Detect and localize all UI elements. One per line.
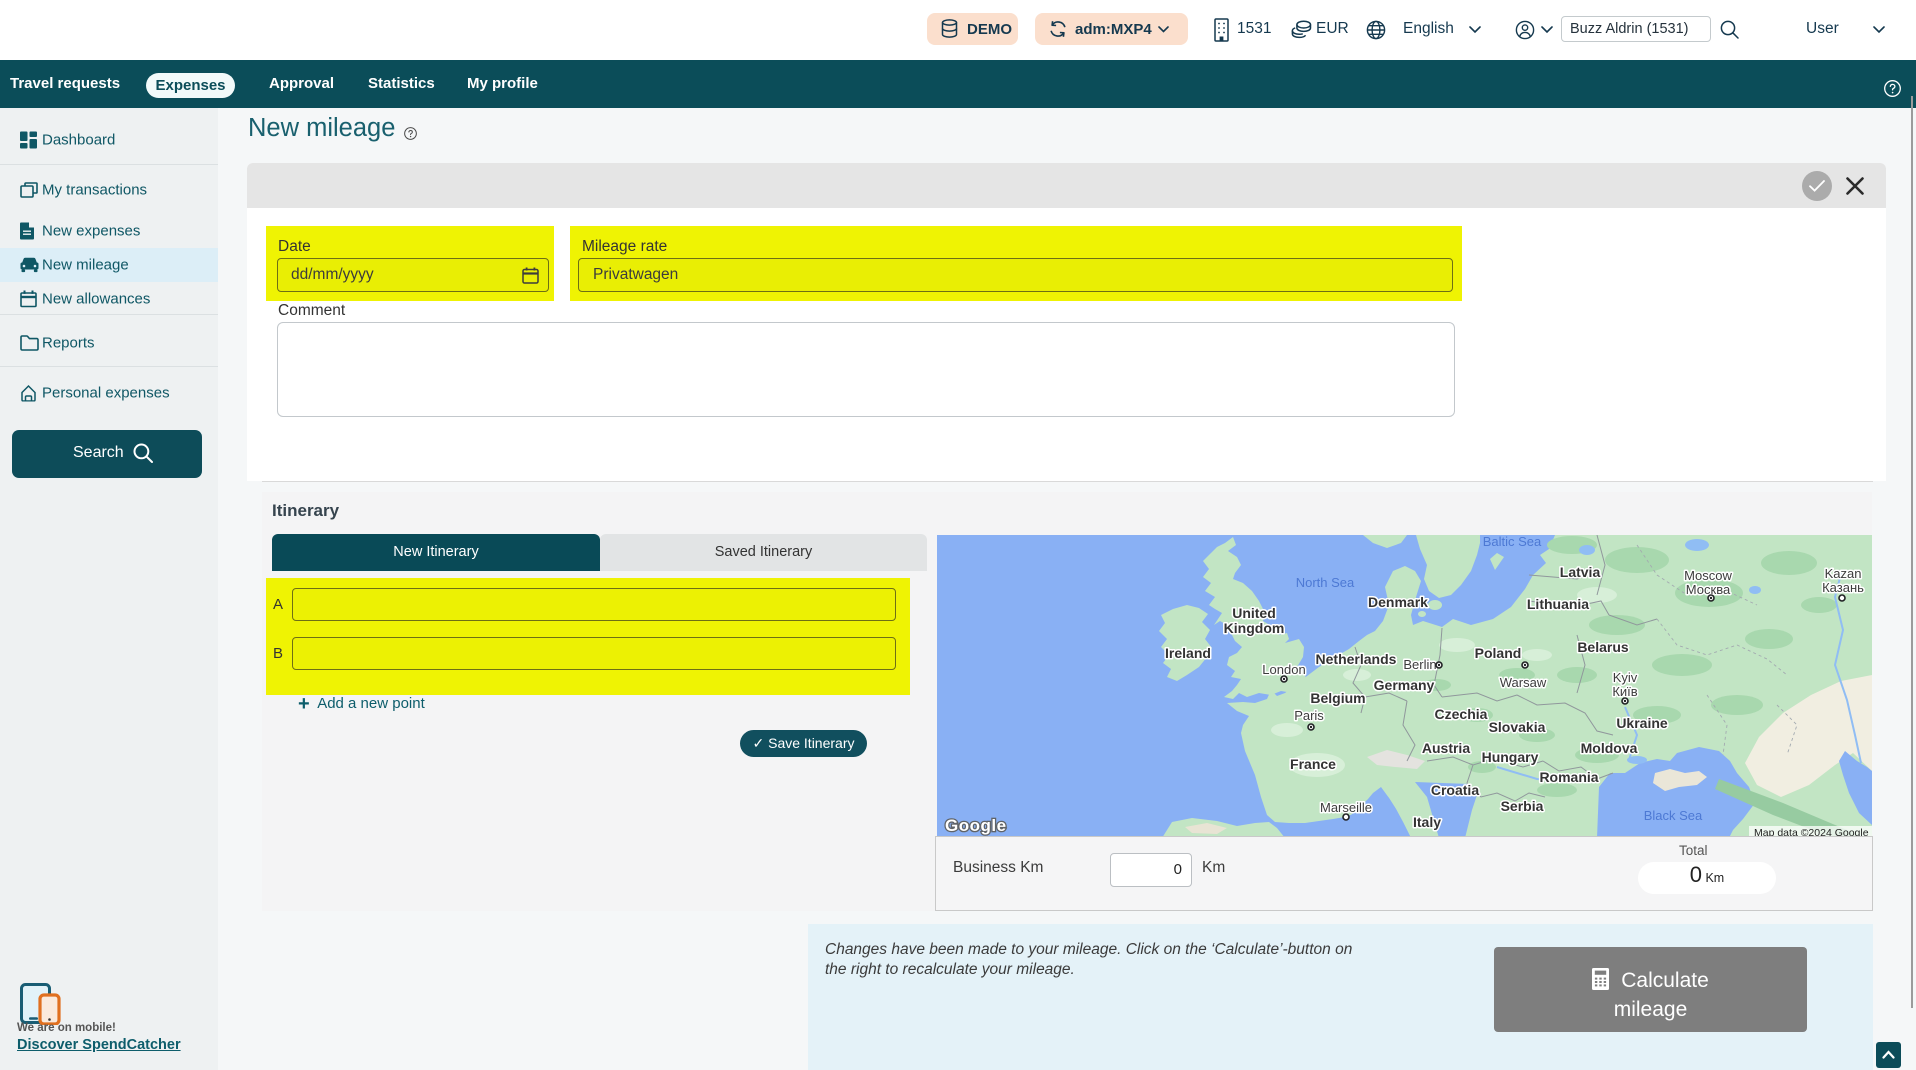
svg-text:Germany: Germany	[1374, 677, 1435, 693]
svg-text:Italy: Italy	[1413, 814, 1441, 830]
svg-text:Netherlands: Netherlands	[1316, 651, 1397, 667]
svg-text:Lithuania: Lithuania	[1527, 596, 1589, 612]
svg-text:Ukraine: Ukraine	[1616, 715, 1668, 731]
svg-text:London: London	[1262, 662, 1305, 677]
svg-text:Austria: Austria	[1422, 740, 1470, 756]
svg-text:Moldova: Moldova	[1581, 740, 1638, 756]
svg-text:Belgium: Belgium	[1310, 690, 1365, 706]
svg-text:Marseille: Marseille	[1320, 800, 1372, 815]
svg-text:Czechia: Czechia	[1435, 706, 1488, 722]
svg-text:France: France	[1290, 756, 1336, 772]
svg-text:Poland: Poland	[1475, 645, 1522, 661]
svg-text:Google: Google	[945, 816, 1007, 835]
svg-text:Croatia: Croatia	[1431, 782, 1479, 798]
svg-text:Black Sea: Black Sea	[1644, 808, 1703, 823]
svg-text:Hungary: Hungary	[1482, 749, 1539, 765]
svg-text:Moscow: Moscow	[1684, 568, 1732, 583]
svg-text:Berlin: Berlin	[1403, 657, 1436, 672]
svg-text:Denmark: Denmark	[1368, 594, 1428, 610]
svg-text:Slovakia: Slovakia	[1489, 719, 1546, 735]
svg-text:Київ: Київ	[1612, 684, 1637, 699]
svg-text:Казань: Казань	[1822, 580, 1864, 595]
svg-text:Warsaw: Warsaw	[1500, 675, 1547, 690]
svg-text:Москва: Москва	[1686, 582, 1731, 597]
svg-text:Romania: Romania	[1539, 769, 1598, 785]
svg-text:Kyiv: Kyiv	[1613, 670, 1638, 685]
svg-text:Kingdom: Kingdom	[1224, 620, 1285, 636]
svg-text:Ireland: Ireland	[1165, 645, 1211, 661]
svg-text:Serbia: Serbia	[1501, 798, 1544, 814]
svg-text:United: United	[1232, 605, 1276, 621]
svg-text:Paris: Paris	[1294, 708, 1324, 723]
svg-text:Baltic Sea: Baltic Sea	[1483, 535, 1542, 549]
svg-text:Latvia: Latvia	[1560, 564, 1601, 580]
svg-text:North Sea: North Sea	[1296, 575, 1355, 590]
svg-text:Belarus: Belarus	[1577, 639, 1629, 655]
svg-text:Kazan: Kazan	[1825, 566, 1862, 581]
